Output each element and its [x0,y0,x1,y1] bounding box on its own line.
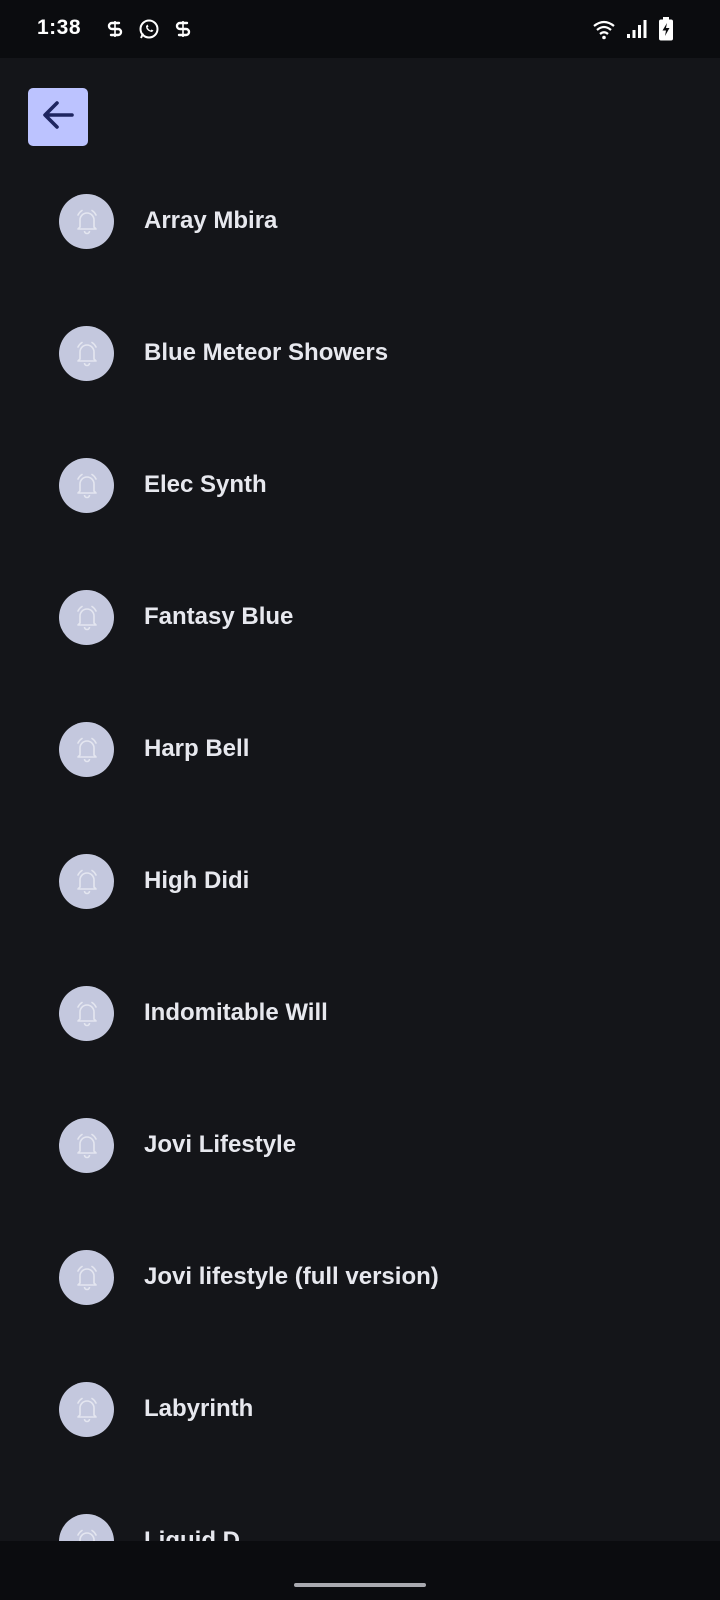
status-bar: 1:38 [0,0,720,58]
ringtone-name: Jovi Lifestyle [144,1131,297,1158]
avatar [59,985,114,1041]
list-item[interactable]: Labyrinth [0,1343,720,1475]
bell-icon [76,209,97,235]
avatar [59,1117,114,1173]
ringtone-name: Labyrinth [144,1395,254,1422]
list-item[interactable]: Jovi lifestyle (full version) [0,1211,720,1343]
list-item[interactable]: Fantasy Blue [0,551,720,683]
avatar [59,1513,114,1541]
bell-icon [76,1397,97,1423]
avatar [59,325,114,381]
avatar [59,589,114,645]
navigation-bar [0,1541,720,1600]
status-time: 1:38 [37,16,82,39]
bell-icon [76,869,97,895]
bell-icon [76,1133,97,1159]
avatar [59,1381,114,1437]
list-item[interactable]: Jovi Lifestyle [0,1079,720,1211]
ringtone-name: Fantasy Blue [144,603,294,630]
swiggy-icon [104,18,126,45]
avatar [59,1249,114,1305]
ringtone-name: Jovi lifestyle (full version) [144,1263,439,1290]
bell-icon [76,473,97,499]
home-gesture-handle[interactable] [294,1583,426,1587]
bell-icon [76,605,97,631]
arrow-left-icon [38,95,78,140]
ringtone-list: Array Mbira Blue Meteor Showers Elec Syn… [0,155,720,1541]
bell-icon [76,737,97,763]
bell-icon [76,341,97,367]
signal-icon [626,18,648,45]
back-button[interactable] [28,88,88,146]
battery-charging-icon [658,17,674,46]
ringtone-name: Liquid D [144,1527,240,1541]
ringtone-name: Blue Meteor Showers [144,339,389,366]
bell-icon [76,1001,97,1027]
bell-icon [76,1265,97,1291]
notification-icons [104,18,194,45]
list-item[interactable]: Indomitable Will [0,947,720,1079]
ringtone-picker: Array Mbira Blue Meteor Showers Elec Syn… [0,58,720,1541]
list-item[interactable]: High Didi [0,815,720,947]
wifi-icon [592,18,616,45]
system-status-icons [592,17,674,46]
avatar [59,721,114,777]
ringtone-name: Array Mbira [144,207,278,234]
ringtone-name: Elec Synth [144,471,267,498]
avatar [59,457,114,513]
list-item[interactable]: Liquid D [0,1475,720,1541]
list-item[interactable]: Blue Meteor Showers [0,287,720,419]
avatar [59,193,114,249]
bell-icon [76,1529,97,1541]
swiggy-icon [172,18,194,45]
ringtone-name: Indomitable Will [144,999,328,1026]
whatsapp-icon [138,18,160,45]
list-item[interactable]: Array Mbira [0,155,720,287]
ringtone-name: High Didi [144,867,250,894]
avatar [59,853,114,909]
ringtone-name: Harp Bell [144,735,250,762]
list-item[interactable]: Elec Synth [0,419,720,551]
list-item[interactable]: Harp Bell [0,683,720,815]
